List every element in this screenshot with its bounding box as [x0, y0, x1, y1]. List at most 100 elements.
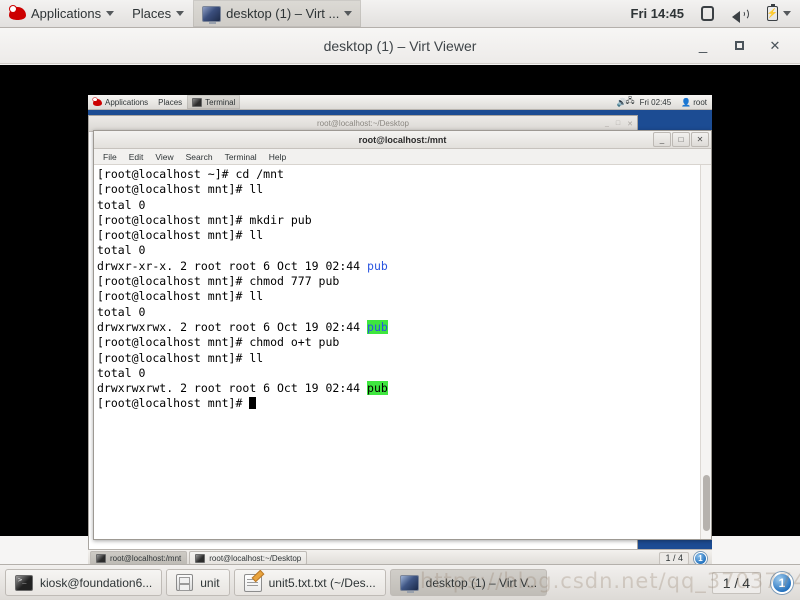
host-window-button-virt-viewer[interactable]: desktop (1) – Virt ... — [193, 0, 362, 27]
text-editor-icon — [243, 573, 262, 592]
terminal-text-segment: [root@localhost mnt]# chmod o+t pub — [97, 335, 340, 350]
virt-viewer-titlebar[interactable]: desktop (1) – Virt Viewer _ ✕ — [0, 28, 800, 64]
terminal-window[interactable]: root@localhost:/mnt _ □ ✕ File Edit View… — [93, 130, 712, 540]
maximize-button[interactable]: □ — [672, 132, 690, 147]
applications-menu-label: Applications — [31, 6, 102, 21]
host-window-button-label: desktop (1) – Virt ... — [226, 6, 340, 21]
vm-task-desktop[interactable]: root@localhost:~/Desktop — [189, 551, 308, 565]
terminal-text-segment: [root@localhost mnt]# chmod 777 pub — [97, 274, 340, 289]
terminal-text-segment: [root@localhost mnt]# ll — [97, 182, 264, 197]
host-notification-badge[interactable]: 1 — [771, 571, 793, 594]
terminal-menu-help[interactable]: Help — [263, 152, 292, 162]
user-icon: 👤 — [681, 97, 692, 107]
terminal-text-segment: [root@localhost mnt]# ll — [97, 228, 264, 243]
chevron-down-icon — [106, 11, 115, 16]
vm-screen[interactable]: Applications Places Terminal 🔊 🖧 Fri 02:… — [88, 95, 712, 566]
vm-clock[interactable]: Fri 02:45 — [635, 95, 677, 109]
terminal-menubar: File Edit View Search Terminal Help — [94, 149, 711, 165]
terminal-output[interactable]: [root@localhost ~]# cd /mnt [root@localho… — [94, 165, 700, 539]
redhat-logo-icon — [9, 5, 26, 22]
background-terminal-controls: _ □ ✕ — [605, 116, 633, 131]
host-task-label: kiosk@foundation6... — [40, 575, 153, 590]
background-terminal-title: root@localhost:~/Desktop — [317, 119, 409, 128]
vm-notification-badge[interactable]: 1 — [694, 551, 707, 565]
vm-network-icon[interactable]: 🖧 — [626, 96, 635, 107]
terminal-icon — [96, 553, 106, 563]
terminal-line: [root@localhost mnt]# ll — [97, 351, 700, 366]
vm-window-button-label: Terminal — [205, 97, 236, 107]
terminal-text-segment: drwxrwxrwx. 2 root root 6 Oct 19 02:44 — [97, 319, 368, 334]
vm-window-button-terminal[interactable]: Terminal — [187, 95, 241, 109]
minimize-button[interactable]: _ — [694, 37, 712, 55]
close-button[interactable]: ✕ — [766, 37, 784, 55]
terminal-text-segment: [root@localhost mnt]# ll — [97, 289, 264, 304]
screen-root: Applications Places desktop (1) – Virt .… — [0, 0, 800, 600]
vm-applications-menu[interactable]: Applications — [88, 95, 153, 109]
host-top-panel: Applications Places desktop (1) – Virt .… — [0, 0, 800, 28]
display-icon — [399, 574, 419, 593]
terminal-scrollbar-thumb[interactable] — [703, 475, 710, 531]
terminal-text-segment: total 0 — [97, 243, 146, 258]
host-workspace-indicator[interactable]: 1 / 4 — [711, 571, 761, 594]
terminal-line: drwxr-xr-x. 2 root root 6 Oct 19 02:44 p… — [97, 259, 700, 274]
virt-viewer-title: desktop (1) – Virt Viewer — [323, 37, 477, 54]
virt-viewer-window-controls: _ ✕ — [694, 28, 792, 63]
terminal-cursor — [249, 397, 257, 410]
host-taskbar: kiosk@foundation6... unit unit5.txt.txt … — [0, 564, 800, 600]
network-status-button[interactable] — [692, 0, 723, 27]
terminal-line: [root@localhost mnt]# — [97, 396, 700, 411]
battery-status-button[interactable]: ⚡ — [758, 0, 800, 27]
terminal-menu-view[interactable]: View — [149, 152, 179, 162]
minimize-button[interactable]: _ — [653, 132, 671, 147]
terminal-text-segment: total 0 — [97, 197, 146, 212]
host-clock[interactable]: Fri 14:45 — [623, 6, 692, 21]
minimize-button[interactable]: _ — [605, 120, 609, 127]
chevron-down-icon — [783, 11, 791, 16]
vm-top-panel: Applications Places Terminal 🔊 🖧 Fri 02:… — [88, 95, 712, 110]
host-task-label: unit — [200, 575, 220, 590]
terminal-body[interactable]: [root@localhost ~]# cd /mnt [root@localho… — [94, 165, 711, 539]
terminal-line: [root@localhost mnt]# ll — [97, 228, 700, 243]
terminal-titlebar[interactable]: root@localhost:/mnt _ □ ✕ — [94, 131, 711, 149]
terminal-line: [root@localhost ~]# cd /mnt — [97, 167, 700, 182]
terminal-menu-file[interactable]: File — [97, 152, 123, 162]
terminal-scrollbar[interactable] — [700, 165, 711, 539]
close-button[interactable]: ✕ — [691, 132, 709, 147]
terminal-icon — [15, 574, 33, 591]
terminal-icon — [195, 553, 206, 563]
vm-task-mnt[interactable]: root@localhost:/mnt — [90, 551, 188, 565]
terminal-text-segment: total 0 — [97, 304, 146, 319]
terminal-title: root@localhost:/mnt — [358, 134, 447, 145]
vm-user-label: root — [693, 97, 707, 107]
terminal-text-segment: pub — [367, 319, 388, 334]
host-task-virt-viewer[interactable]: desktop (1) – Virt V... — [389, 569, 548, 596]
vm-user-menu[interactable]: 👤 root — [676, 95, 712, 109]
maximize-button[interactable]: □ — [616, 120, 620, 127]
places-menu[interactable]: Places — [123, 0, 193, 27]
host-task-unit[interactable]: unit — [166, 569, 230, 596]
vm-applications-label: Applications — [105, 97, 149, 107]
vm-places-menu[interactable]: Places — [153, 95, 187, 109]
vm-workspace-indicator[interactable]: 1 / 4 — [659, 551, 689, 565]
close-button[interactable]: ✕ — [627, 120, 633, 128]
file-manager-icon — [176, 574, 194, 591]
terminal-menu-search[interactable]: Search — [180, 152, 219, 162]
vm-places-label: Places — [158, 97, 183, 107]
host-task-unit5-txt[interactable]: unit5.txt.txt (~/Des... — [233, 569, 386, 596]
chevron-down-icon — [344, 11, 353, 16]
terminal-line: drwxrwxrwt. 2 root root 6 Oct 19 02:44 p… — [97, 381, 700, 396]
vm-volume-icon[interactable]: 🔊 — [617, 98, 627, 107]
volume-status-button[interactable] — [723, 0, 758, 27]
host-task-kiosk-terminal[interactable]: kiosk@foundation6... — [5, 569, 163, 596]
applications-menu[interactable]: Applications — [0, 0, 123, 27]
redhat-logo-icon — [93, 97, 102, 107]
chevron-down-icon — [176, 11, 185, 16]
maximize-button[interactable] — [730, 37, 748, 55]
terminal-line: [root@localhost mnt]# chmod o+t pub — [97, 335, 700, 350]
terminal-text-segment: [root@localhost mnt]# — [97, 396, 250, 411]
host-task-label: unit5.txt.txt (~/Des... — [268, 575, 376, 590]
terminal-menu-terminal[interactable]: Terminal — [219, 152, 263, 162]
vm-task-label: root@localhost:/mnt — [110, 553, 182, 563]
terminal-menu-edit[interactable]: Edit — [123, 152, 150, 162]
vm-clock-label: Fri 02:45 — [639, 97, 672, 107]
